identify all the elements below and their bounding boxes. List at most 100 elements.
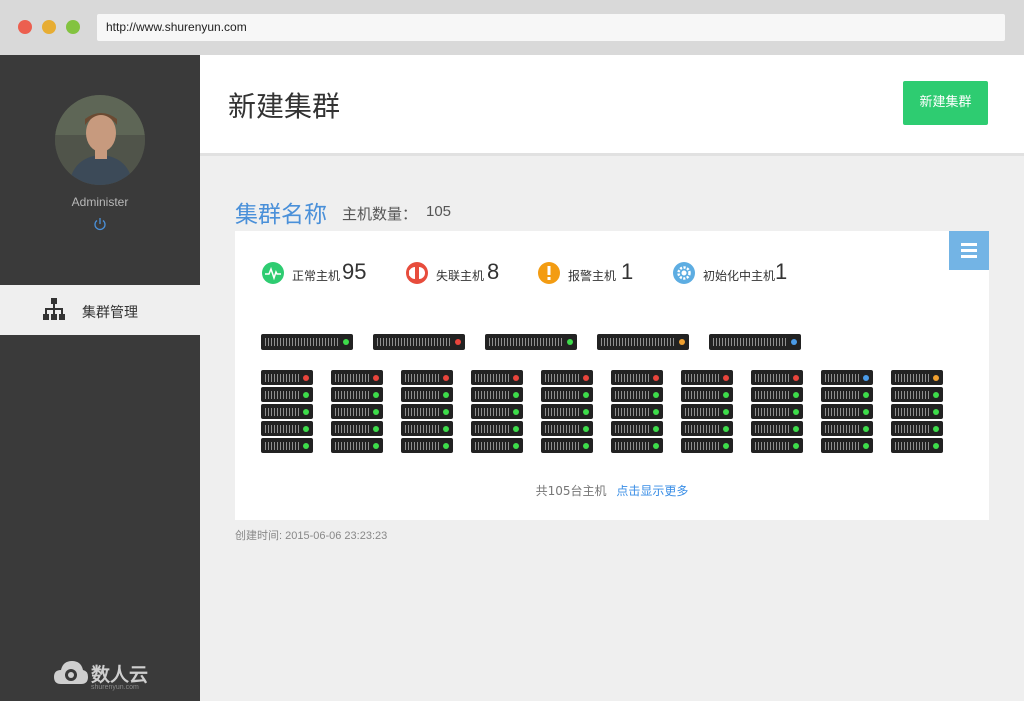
server-icon[interactable] — [751, 404, 803, 419]
show-more-link[interactable]: 点击显示更多 — [616, 484, 688, 498]
server-icon[interactable] — [611, 404, 663, 419]
server-icon[interactable] — [541, 438, 593, 453]
server-grill — [335, 391, 369, 399]
server-icon[interactable] — [471, 421, 523, 436]
status-led — [303, 375, 309, 381]
server-icon[interactable] — [681, 404, 733, 419]
host-count-label: 主机数量： — [342, 205, 418, 223]
server-grill — [377, 338, 451, 346]
window-close-button[interactable] — [18, 20, 32, 34]
server-icon[interactable] — [471, 370, 523, 385]
server-icon[interactable] — [821, 421, 873, 436]
server-icon[interactable] — [401, 438, 453, 453]
server-icon[interactable] — [751, 387, 803, 402]
server-icon[interactable] — [611, 438, 663, 453]
server-grill — [685, 425, 719, 433]
status-led — [303, 426, 309, 432]
server-grill — [475, 442, 509, 450]
server-icon[interactable] — [681, 421, 733, 436]
server-icon[interactable] — [891, 421, 943, 436]
server-icon[interactable] — [821, 404, 873, 419]
server-icon[interactable] — [331, 438, 383, 453]
server-icon[interactable] — [331, 404, 383, 419]
server-grill — [615, 408, 649, 416]
server-icon[interactable] — [821, 438, 873, 453]
server-grill — [475, 408, 509, 416]
avatar[interactable] — [55, 95, 145, 185]
server-icon[interactable] — [597, 334, 689, 350]
window-maximize-button[interactable] — [66, 20, 80, 34]
server-grill — [545, 408, 579, 416]
server-grill — [685, 408, 719, 416]
server-icon[interactable] — [821, 370, 873, 385]
server-icon[interactable] — [891, 387, 943, 402]
status-led — [723, 409, 729, 415]
brand-name: 数人云 — [91, 664, 149, 686]
window-minimize-button[interactable] — [42, 20, 56, 34]
server-icon[interactable] — [681, 438, 733, 453]
sidebar-item-cluster-management[interactable]: 集群管理 — [0, 285, 200, 335]
server-icon[interactable] — [373, 334, 465, 350]
status-led — [653, 392, 659, 398]
server-icon[interactable] — [471, 404, 523, 419]
server-icon[interactable] — [331, 370, 383, 385]
server-grill — [615, 442, 649, 450]
status-led — [653, 409, 659, 415]
server-icon[interactable] — [471, 387, 523, 402]
server-icon[interactable] — [261, 334, 353, 350]
new-cluster-button[interactable]: 新建集群 — [903, 81, 988, 125]
server-icon[interactable] — [261, 387, 313, 402]
server-icon[interactable] — [541, 387, 593, 402]
server-icon[interactable] — [261, 370, 313, 385]
server-icon[interactable] — [611, 421, 663, 436]
server-icon[interactable] — [681, 370, 733, 385]
server-icon[interactable] — [541, 421, 593, 436]
server-grill — [265, 338, 339, 346]
server-icon[interactable] — [751, 421, 803, 436]
server-grill — [265, 425, 299, 433]
server-icon[interactable] — [471, 438, 523, 453]
sidebar: Administer 集群管理 数人云 shurenyun.com — [0, 55, 200, 701]
server-grill — [265, 391, 299, 399]
server-icon[interactable] — [261, 404, 313, 419]
address-bar[interactable]: http://www.shurenyun.com — [97, 14, 1005, 41]
created-time: 创建时间: 2015-06-06 23:23:23 — [235, 530, 388, 542]
server-icon[interactable] — [681, 387, 733, 402]
status-led — [513, 392, 519, 398]
server-icon[interactable] — [751, 438, 803, 453]
status-led — [303, 392, 309, 398]
server-icon[interactable] — [261, 421, 313, 436]
server-icon[interactable] — [751, 370, 803, 385]
server-icon[interactable] — [541, 404, 593, 419]
status-led — [443, 409, 449, 415]
server-icon[interactable] — [401, 370, 453, 385]
server-icon[interactable] — [331, 387, 383, 402]
server-grill — [489, 338, 563, 346]
server-icon[interactable] — [709, 334, 801, 350]
host-count-value: 105 — [426, 203, 452, 220]
status-led — [443, 375, 449, 381]
user-name: Administer — [71, 195, 129, 209]
status-led — [723, 443, 729, 449]
power-icon[interactable] — [93, 217, 107, 231]
server-icon[interactable] — [821, 387, 873, 402]
server-icon[interactable] — [891, 370, 943, 385]
server-icon[interactable] — [485, 334, 577, 350]
server-icon[interactable] — [611, 387, 663, 402]
brand-domain: shurenyun.com — [91, 684, 139, 691]
server-icon[interactable] — [401, 404, 453, 419]
server-grill — [335, 374, 369, 382]
status-led — [793, 375, 799, 381]
server-icon[interactable] — [611, 370, 663, 385]
host-footer: 共105台主机 点击显示更多 — [235, 482, 989, 499]
server-icon[interactable] — [401, 421, 453, 436]
status-led — [863, 375, 869, 381]
server-icon[interactable] — [891, 438, 943, 453]
server-icon[interactable] — [401, 387, 453, 402]
server-icon[interactable] — [541, 370, 593, 385]
server-icon[interactable] — [891, 404, 943, 419]
server-icon[interactable] — [261, 438, 313, 453]
status-led — [583, 375, 589, 381]
server-icon[interactable] — [331, 421, 383, 436]
cloud-logo-icon — [54, 661, 88, 684]
